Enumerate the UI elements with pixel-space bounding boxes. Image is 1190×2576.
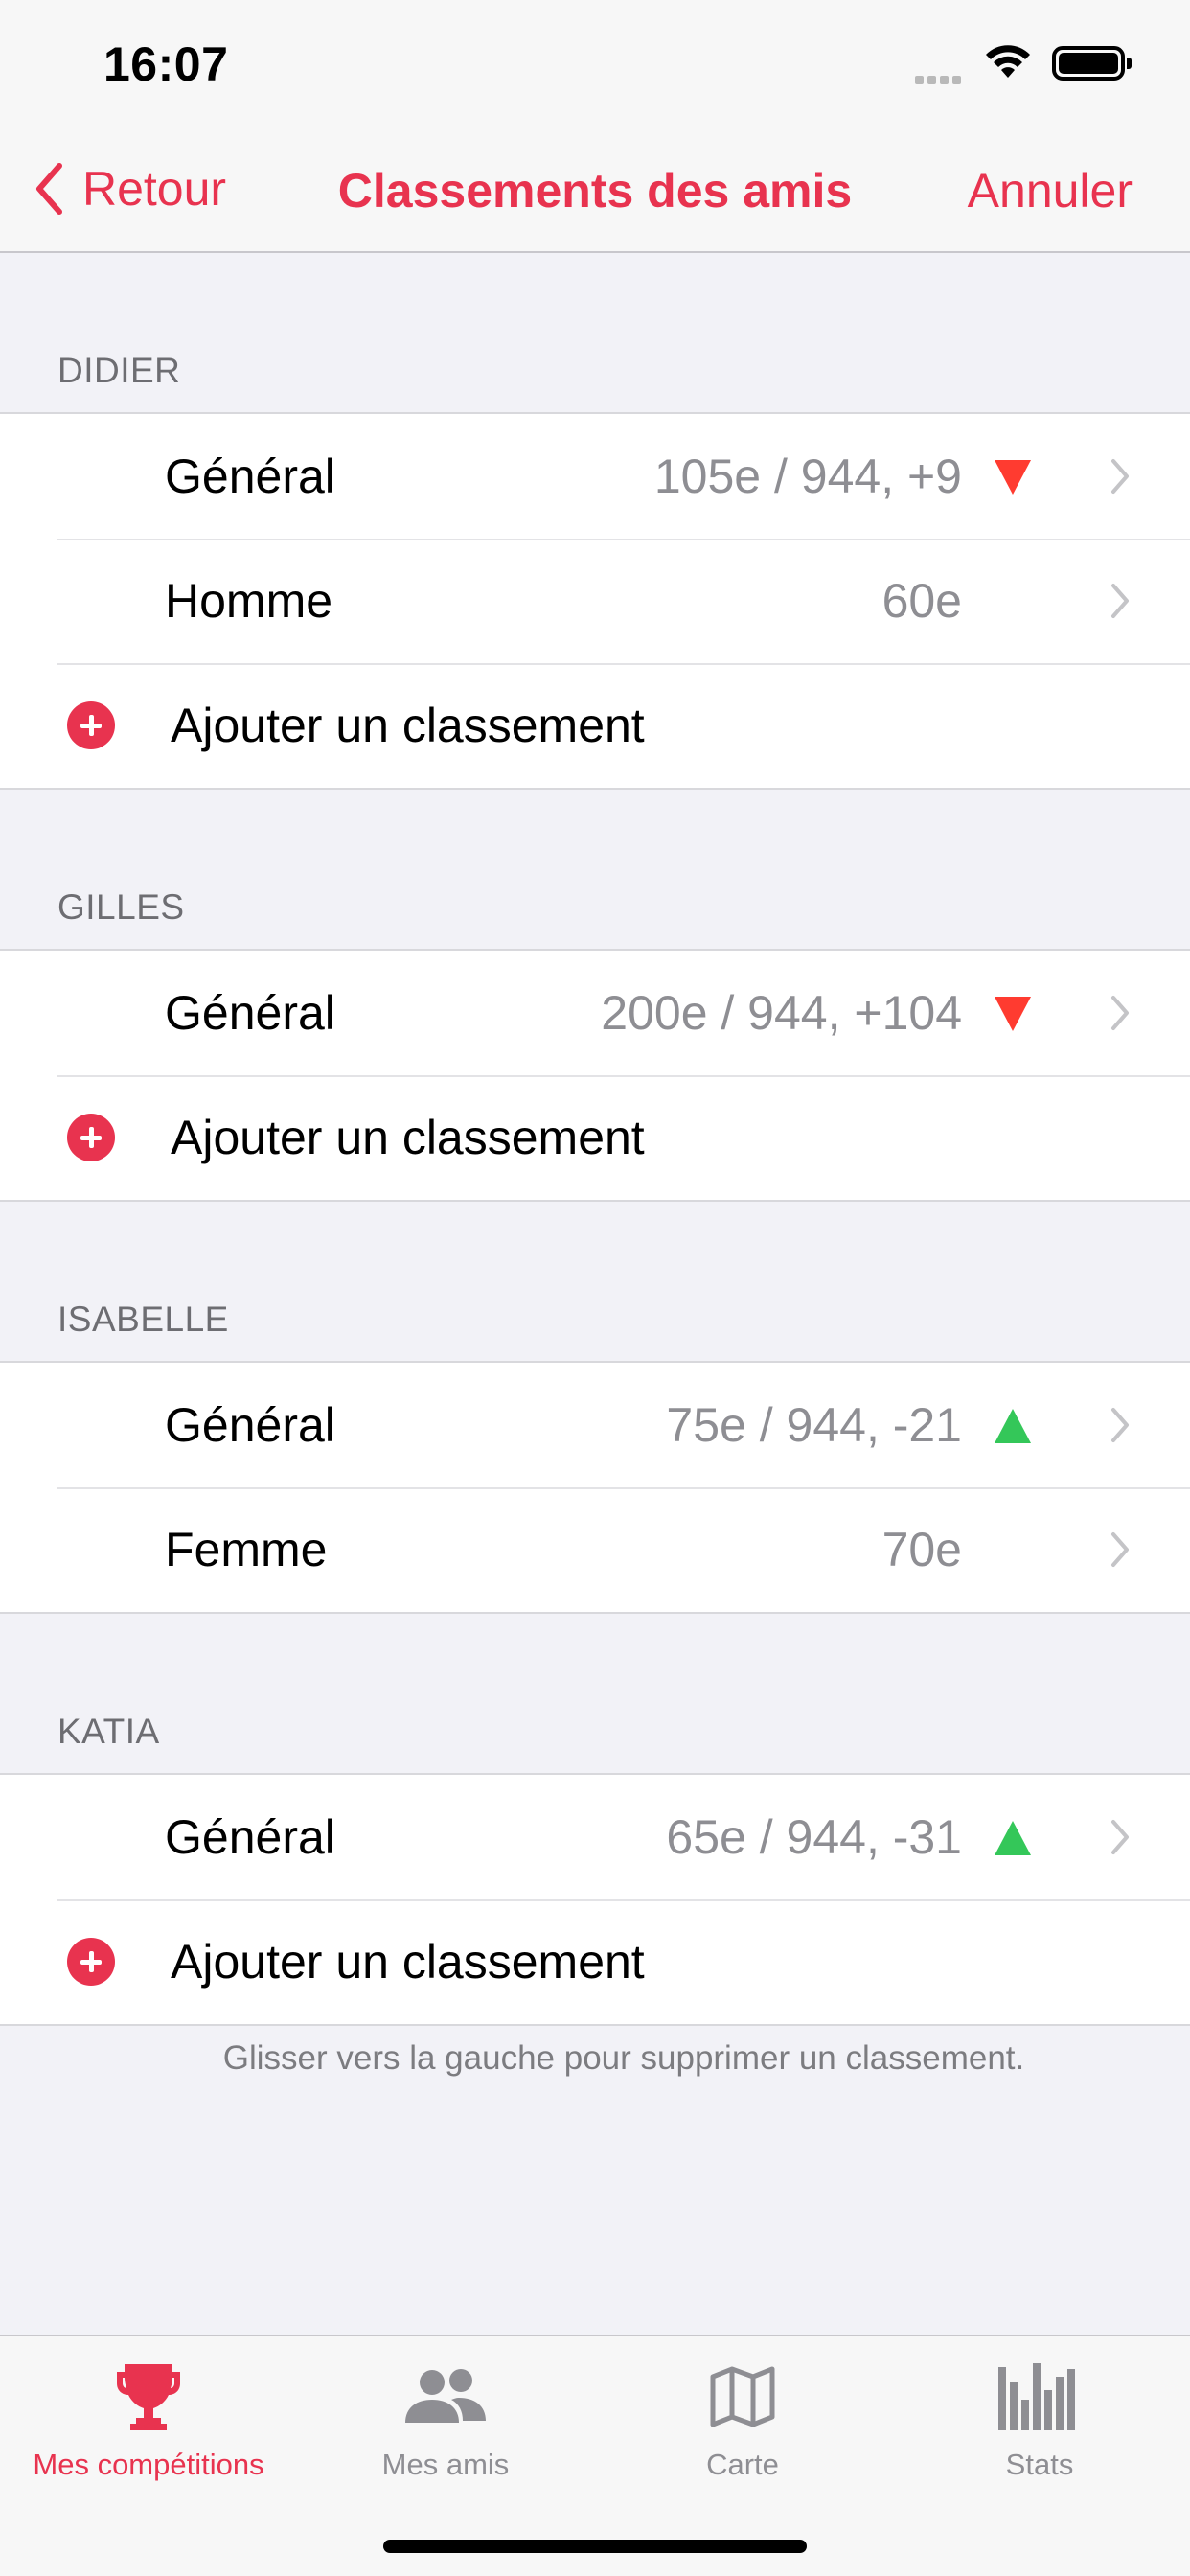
add-circle-icon[interactable] [67,1114,115,1162]
trend-up-icon [995,1821,1031,1855]
add-ranking-label: Ajouter un classement [171,1111,645,1164]
ranking-value: 105e / 944, +9 [653,449,962,503]
tab-stats[interactable]: Stats [891,2354,1188,2482]
section-title: DIDIER [57,351,181,390]
section-title: ISABELLE [57,1300,229,1339]
cancel-button[interactable]: Annuler [968,163,1133,218]
status-time: 16:07 [103,37,229,91]
ranking-row[interactable]: Homme 60e [0,539,1190,663]
tab-label: Mes compétitions [33,2448,264,2481]
chevron-right-icon [1111,1532,1129,1567]
chevron-right-icon [1111,459,1129,494]
section-header-gilles: GILLES [0,790,1190,949]
section-title: KATIA [57,1712,160,1751]
tab-mes-competitions[interactable]: Mes compétitions [0,2354,297,2482]
chevron-right-icon [1111,1408,1129,1442]
tab-carte[interactable]: Carte [594,2354,891,2482]
ranking-label: Général [165,986,335,1040]
section-title: GILLES [57,887,185,927]
navigation-bar: Retour Classements des amis Annuler [0,126,1190,253]
add-circle-icon[interactable] [67,702,115,749]
section-header-didier: DIDIER [0,253,1190,412]
home-indicator[interactable] [383,2540,807,2553]
section-group-isabelle: Général 75e / 944, -21 Femme 70e [0,1361,1190,1614]
chevron-right-icon [1111,996,1129,1030]
add-ranking-row[interactable]: Ajouter un classement [0,1075,1190,1200]
add-ranking-label: Ajouter un classement [171,1935,645,1989]
ranking-value: 75e / 944, -21 [666,1398,962,1452]
ranking-label: Général [165,1398,335,1452]
ranking-label: Homme [165,574,333,628]
people-icon [297,2354,594,2440]
trophy-icon [0,2354,297,2440]
ranking-value: 60e [881,574,962,628]
rankings-list: DIDIER Général 105e / 944, +9 Homme 60e … [0,253,1190,2078]
ranking-label: Général [165,449,335,503]
stats-icon [891,2354,1188,2440]
section-group-didier: Général 105e / 944, +9 Homme 60e Ajouter… [0,412,1190,790]
section-group-gilles: Général 200e / 944, +104 Ajouter un clas… [0,949,1190,1202]
chevron-right-icon [1111,584,1129,618]
add-ranking-label: Ajouter un classement [171,699,645,752]
map-icon [594,2354,891,2440]
trend-up-icon [995,1409,1031,1443]
ranking-value: 65e / 944, -31 [666,1810,962,1864]
add-circle-icon[interactable] [67,1938,115,1986]
tab-label: Carte [706,2448,779,2481]
section-header-isabelle: ISABELLE [0,1202,1190,1361]
section-header-katia: KATIA [0,1614,1190,1773]
ranking-row[interactable]: Femme 70e [0,1487,1190,1612]
cellular-signal-icon [915,72,965,89]
chevron-right-icon [1111,1820,1129,1854]
battery-icon [1052,46,1132,80]
add-ranking-row[interactable]: Ajouter un classement [0,663,1190,788]
wifi-icon [984,43,1032,84]
trend-down-icon [995,460,1031,494]
ranking-value: 200e / 944, +104 [601,986,962,1040]
tab-label: Mes amis [381,2448,510,2481]
status-bar: 16:07 [0,0,1190,126]
ranking-row[interactable]: Général 75e / 944, -21 [0,1363,1190,1487]
footer-note: Glisser vers la gauche pour supprimer un… [222,2039,1025,2077]
trend-down-icon [995,997,1031,1031]
ranking-label: Général [165,1810,335,1864]
tab-mes-amis[interactable]: Mes amis [297,2354,594,2482]
ranking-row[interactable]: Général 200e / 944, +104 [0,951,1190,1075]
ranking-value: 70e [881,1523,962,1576]
section-group-katia: Général 65e / 944, -31 Ajouter un classe… [0,1773,1190,2026]
ranking-row[interactable]: Général 105e / 944, +9 [0,414,1190,539]
tab-label: Stats [1005,2448,1074,2481]
ranking-row[interactable]: Général 65e / 944, -31 [0,1775,1190,1899]
add-ranking-row[interactable]: Ajouter un classement [0,1899,1190,2024]
ranking-label: Femme [165,1523,328,1576]
